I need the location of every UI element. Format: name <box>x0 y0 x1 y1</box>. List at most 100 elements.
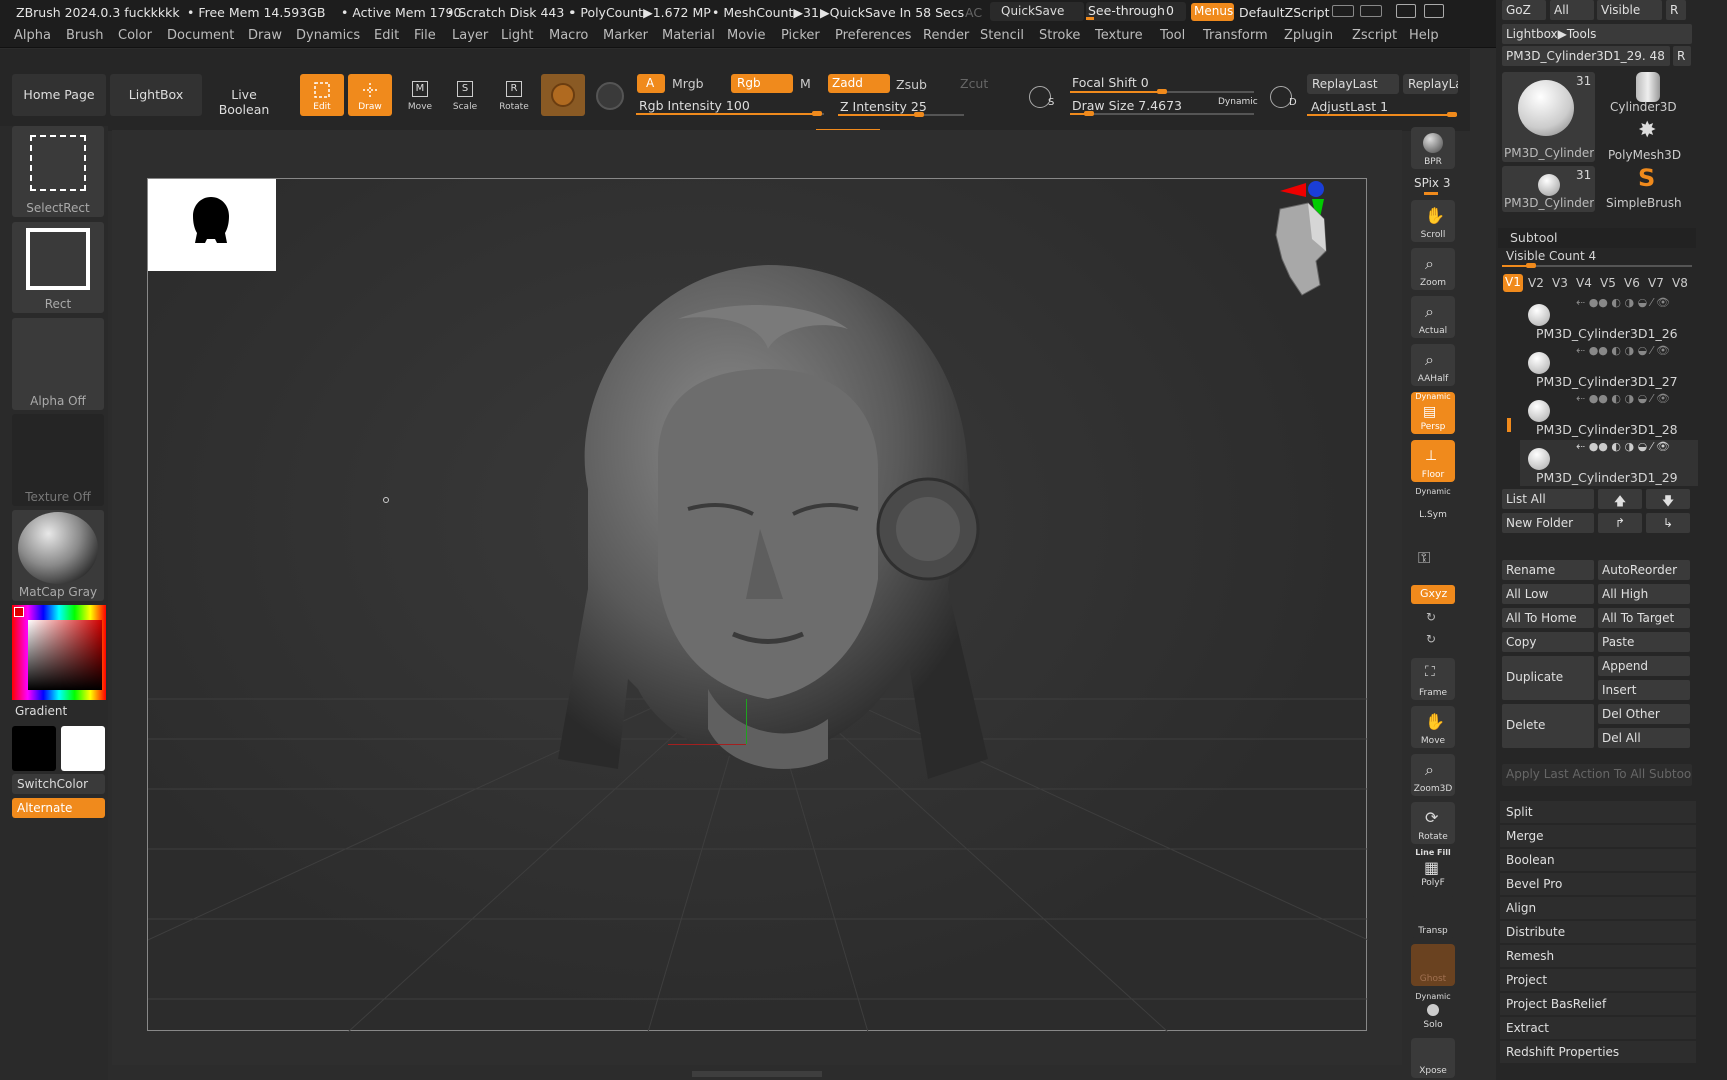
current-tool-slider[interactable]: PM3D_Cylinder3D1_29. 48 <box>1502 46 1670 66</box>
xpose-button[interactable]: Xpose <box>1411 1038 1455 1078</box>
all-low-button[interactable]: All Low <box>1502 584 1594 604</box>
subtool-toggles-icon[interactable]: ⇠ ●● ◐ ◑ ◒ ⁄ 👁 <box>1576 440 1670 453</box>
subtool-item[interactable]: ⇠ ●● ◐ ◑ ◒ ⁄ 👁 PM3D_Cylinder3D1_26 <box>1520 296 1698 342</box>
menu-material[interactable]: Material <box>662 28 715 43</box>
goz-button[interactable]: GoZ <box>1502 0 1546 20</box>
canvas-area[interactable] <box>112 130 1402 1077</box>
all-to-target-button[interactable]: All To Target <box>1598 608 1690 628</box>
rotate-z-icon[interactable]: ↻ <box>1426 632 1436 646</box>
lsym-button[interactable]: Dynamic L.Sym <box>1411 486 1455 526</box>
menu-texture[interactable]: Texture <box>1095 28 1143 43</box>
polymesh3d-thumb[interactable]: ✸ PolyMesh3D <box>1598 118 1692 164</box>
bevel-pro-section[interactable]: Bevel Pro <box>1500 872 1696 895</box>
r2-button[interactable]: R <box>1673 46 1691 66</box>
move-view-button[interactable]: ✋ Move <box>1411 706 1455 748</box>
v7-button[interactable]: V7 <box>1648 276 1664 290</box>
mrgb-button[interactable]: Mrgb <box>672 76 704 91</box>
replay-last-relative-button[interactable]: ReplayLa <box>1403 74 1458 94</box>
delete-button[interactable]: Delete <box>1502 704 1594 748</box>
rgb-button[interactable]: Rgb <box>731 74 793 93</box>
zsub-button[interactable]: Zsub <box>896 77 927 92</box>
gradient-label[interactable]: Gradient <box>15 704 67 718</box>
frame-button[interactable]: ⛶ Frame <box>1411 658 1455 700</box>
lock-icon[interactable]: ⚿ <box>1418 548 1448 574</box>
layout-icon[interactable] <box>1332 5 1354 17</box>
folder-in-button[interactable]: ↱ <box>1598 513 1642 533</box>
persp-button[interactable]: Dynamic ▤ Persp <box>1411 392 1455 434</box>
v1-button[interactable]: V1 <box>1503 274 1523 292</box>
primary-color-swatch[interactable] <box>12 726 56 771</box>
edit-button[interactable]: Edit <box>300 74 344 116</box>
rotate-button[interactable]: R Rotate <box>492 74 536 116</box>
xyz-button[interactable]: Gxyz <box>1411 585 1455 604</box>
copy-button[interactable]: Copy <box>1502 632 1594 652</box>
polyf-button[interactable]: Line Fill ▦ PolyF <box>1411 848 1455 890</box>
menu-alpha[interactable]: Alpha <box>14 28 51 43</box>
subtool-toggles-icon[interactable]: ⇠ ●● ◐ ◑ ◒ ⁄ 👁 <box>1576 392 1670 405</box>
texture-sphere-icon[interactable] <box>596 82 624 110</box>
menu-preferences[interactable]: Preferences <box>835 28 911 43</box>
distribute-section[interactable]: Distribute <box>1500 920 1696 943</box>
r-button[interactable]: R <box>1666 0 1686 20</box>
menu-document[interactable]: Document <box>167 28 234 43</box>
bottom-shelf-tab[interactable] <box>692 1071 822 1077</box>
bpr-button[interactable]: BPR <box>1411 127 1455 169</box>
navigation-thumbnail[interactable] <box>148 179 276 271</box>
subtool-scrollbar[interactable] <box>1507 418 1511 432</box>
tool-thumb-current[interactable]: 31 PM3D_Cylinder <box>1502 72 1595 162</box>
subtool-item-selected[interactable]: ⇠ ●● ◐ ◑ ◒ ⁄ 👁 PM3D_Cylinder3D1_29 <box>1520 440 1698 486</box>
menu-dynamics[interactable]: Dynamics <box>296 28 360 43</box>
list-all-button[interactable]: List All <box>1502 489 1594 509</box>
rotate-y-icon[interactable]: ↻ <box>1426 610 1436 624</box>
zoom3d-button[interactable]: ⌕ Zoom3D <box>1411 754 1455 796</box>
visible-button[interactable]: Visible <box>1597 0 1662 20</box>
lightbox-tools-button[interactable]: Lightbox▶Tools <box>1502 24 1692 44</box>
auto-reorder-button[interactable]: AutoReorder <box>1598 560 1690 580</box>
view-head-icon[interactable] <box>1268 199 1338 299</box>
draw-button[interactable]: Draw <box>348 74 392 116</box>
move-button[interactable]: M Move <box>398 74 442 116</box>
visible-count-slider[interactable]: Visible Count 4 <box>1502 248 1692 268</box>
v8-button[interactable]: V8 <box>1672 276 1688 290</box>
replay-last-button[interactable]: ReplayLast <box>1307 74 1399 94</box>
dynamic-label[interactable]: Dynamic <box>1218 97 1258 107</box>
menu-stroke[interactable]: Stroke <box>1039 28 1080 43</box>
quicksave-button[interactable]: QuickSave <box>990 2 1084 21</box>
menu-file[interactable]: File <box>414 28 436 43</box>
simplebrush-thumb[interactable]: S SimpleBrush <box>1598 164 1692 212</box>
menus-button[interactable]: Menus <box>1191 3 1234 21</box>
zadd-button[interactable]: Zadd <box>828 74 890 93</box>
adjust-last-slider[interactable]: AdjustLast 1 <box>1307 97 1457 117</box>
see-through-slider[interactable]: See-through 0 <box>1086 2 1186 21</box>
menu-brush[interactable]: Brush <box>66 28 104 43</box>
all-button[interactable]: All <box>1550 0 1594 20</box>
menu-picker[interactable]: Picker <box>781 28 820 43</box>
draw-size-slider[interactable]: Draw Size 7.4673 Dynamic <box>1070 96 1258 116</box>
rgb-intensity-slider[interactable]: Rgb Intensity 100 <box>636 96 824 116</box>
project-basrelief-section[interactable]: Project BasRelief <box>1500 992 1696 1015</box>
focal-shift-slider[interactable]: Focal Shift 0 <box>1070 73 1254 94</box>
z-intensity-slider[interactable]: Z Intensity 25 <box>838 97 964 117</box>
tool-thumb-2[interactable]: 31 PM3D_Cylinder <box>1502 166 1595 212</box>
rename-button[interactable]: Rename <box>1502 560 1594 580</box>
matcap-material-button[interactable]: MatCap Gray <box>12 510 104 601</box>
menu-edit[interactable]: Edit <box>374 28 399 43</box>
menu-stencil[interactable]: Stencil <box>980 28 1024 43</box>
transp-button[interactable]: Transp <box>1411 896 1455 938</box>
a-button[interactable]: A <box>637 74 665 93</box>
menu-help[interactable]: Help <box>1409 28 1439 43</box>
menu-marker[interactable]: Marker <box>603 28 648 43</box>
ghost-button[interactable]: Ghost <box>1411 944 1455 986</box>
material-button[interactable] <box>541 74 585 116</box>
subtool-item[interactable]: ⇠ ●● ◐ ◑ ◒ ⁄ 👁 PM3D_Cylinder3D1_28 <box>1520 392 1698 438</box>
document-canvas[interactable] <box>147 178 1368 1032</box>
menu-movie[interactable]: Movie <box>727 28 765 43</box>
menu-draw[interactable]: Draw <box>248 28 282 43</box>
subtool-toggles-icon[interactable]: ⇠ ●● ◐ ◑ ◒ ⁄ 👁 <box>1576 296 1670 309</box>
home-page-button[interactable]: Home Page <box>12 74 106 116</box>
apply-last-action-button[interactable]: Apply Last Action To All Subtools <box>1502 764 1692 786</box>
color-saturation-box[interactable] <box>28 620 102 690</box>
secondary-color-swatch[interactable] <box>61 726 105 771</box>
merge-section[interactable]: Merge <box>1500 824 1696 847</box>
lightbox-button[interactable]: LightBox <box>110 74 202 116</box>
